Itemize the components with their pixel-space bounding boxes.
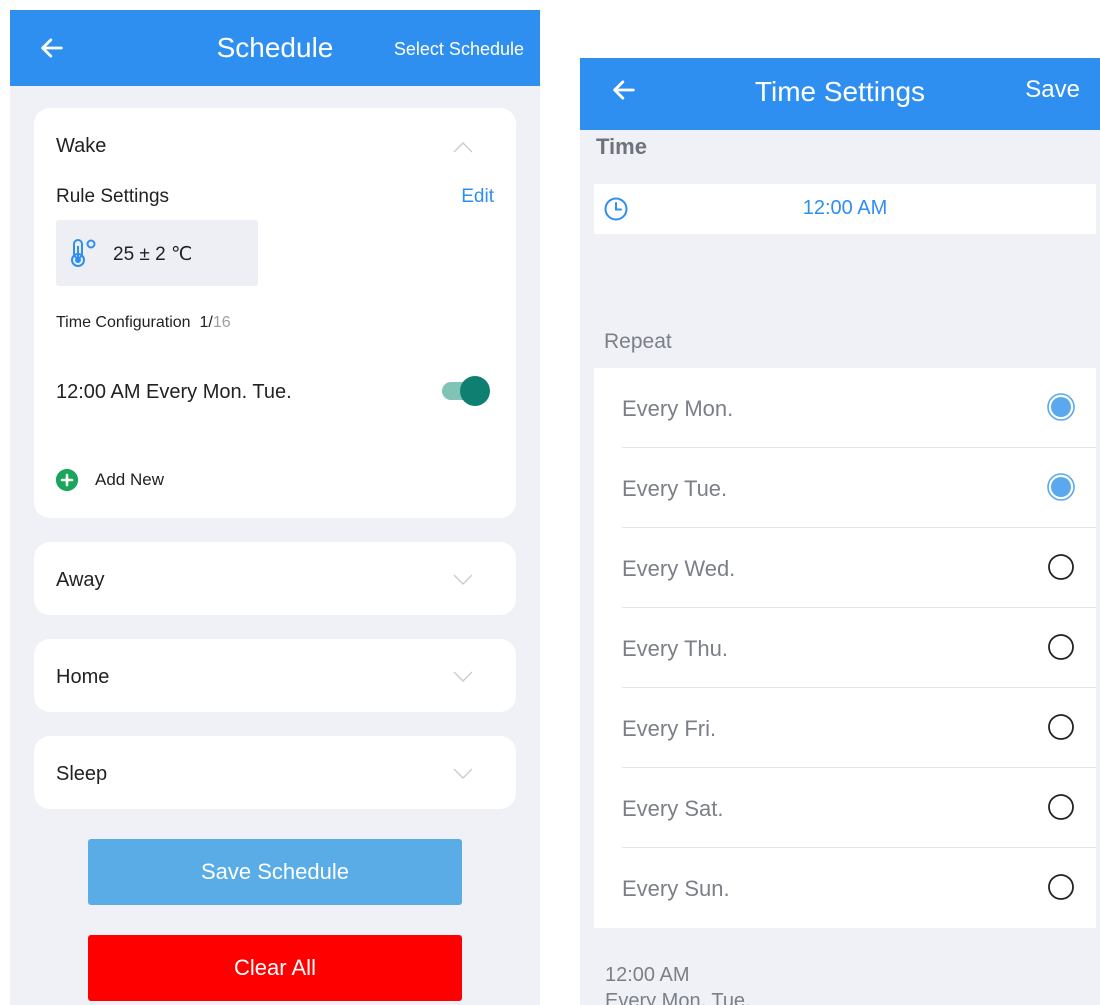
- time-settings-header: Time Settings Save: [580, 58, 1100, 130]
- time-section-label: Time: [596, 134, 647, 159]
- time-configuration-text: Time Configuration: [56, 314, 191, 331]
- temperature-setting: 25 ± 2 ℃: [56, 220, 258, 286]
- radio-unchecked-icon[interactable]: [1046, 712, 1076, 742]
- chevron-up-icon[interactable]: [452, 140, 474, 154]
- summary-time: 12:00 AM: [605, 964, 690, 986]
- repeat-day-row[interactable]: Every Wed.: [594, 528, 1096, 608]
- edit-button[interactable]: Edit: [461, 186, 494, 208]
- radio-checked-icon[interactable]: [1046, 472, 1076, 502]
- home-section-title: Home: [56, 666, 110, 688]
- time-value: 12:00 AM: [802, 197, 888, 219]
- chevron-down-icon[interactable]: [452, 767, 474, 781]
- time-entry-label[interactable]: 12:00 AM Every Mon. Tue.: [56, 381, 292, 404]
- repeat-day-label: Every Sun.: [622, 876, 730, 901]
- radio-unchecked-icon[interactable]: [1046, 552, 1076, 582]
- plus-circle-icon: [56, 469, 78, 491]
- repeat-day-label: Every Tue.: [622, 476, 728, 501]
- repeat-day-list: Every Mon. Every Tue. Every Wed. Every Thu.…: [594, 368, 1096, 928]
- wake-section: Wake Rule Settings Edit 25 ± 2 ℃ Time Co…: [34, 108, 516, 518]
- thermometer-icon: [71, 239, 96, 267]
- repeat-day-label: Every Sat.: [622, 796, 724, 821]
- repeat-day-row[interactable]: Every Sat.: [594, 768, 1096, 848]
- chevron-down-icon[interactable]: [452, 573, 474, 587]
- wake-section-title[interactable]: Wake: [56, 135, 106, 158]
- sleep-section-title: Sleep: [56, 763, 108, 785]
- repeat-day-label: Every Fri.: [622, 716, 717, 741]
- repeat-day-row[interactable]: Every Mon.: [594, 368, 1096, 448]
- radio-unchecked-icon[interactable]: [1046, 792, 1076, 822]
- save-schedule-button[interactable]: Save Schedule: [88, 839, 462, 905]
- chevron-down-icon[interactable]: [452, 670, 474, 684]
- time-settings-screen: Time Settings Save Time 12:00 AM Repeat …: [580, 58, 1100, 1005]
- save-button[interactable]: Save: [1025, 76, 1080, 104]
- time-picker-field[interactable]: 12:00 AM: [594, 184, 1096, 234]
- repeat-day-row[interactable]: Every Thu.: [594, 608, 1096, 688]
- home-section[interactable]: Home: [34, 639, 516, 712]
- repeat-section-label: Repeat: [604, 330, 672, 353]
- sleep-section[interactable]: Sleep: [34, 736, 516, 809]
- temperature-value: 25 ± 2 ℃: [113, 244, 193, 265]
- add-new-button[interactable]: Add New: [56, 467, 164, 493]
- rule-settings-label: Rule Settings: [56, 186, 170, 207]
- away-section-title: Away: [56, 569, 105, 591]
- add-new-label: Add New: [95, 470, 164, 489]
- select-schedule-button[interactable]: Select Schedule: [394, 39, 524, 60]
- time-configuration-label: Time Configuration 1/16: [56, 314, 231, 332]
- radio-unchecked-icon[interactable]: [1046, 872, 1076, 902]
- repeat-day-label: Every Thu.: [622, 636, 728, 661]
- radio-checked-icon[interactable]: [1046, 392, 1076, 422]
- toggle-knob: [460, 376, 490, 406]
- repeat-day-row[interactable]: Every Sun.: [594, 848, 1096, 928]
- schedule-header: Schedule Select Schedule: [10, 10, 540, 86]
- schedule-screen: Schedule Select Schedule Wake Rule Setti…: [10, 10, 540, 1005]
- repeat-day-row[interactable]: Every Fri.: [594, 688, 1096, 768]
- summary-days: Every Mon. Tue.: [605, 990, 751, 1005]
- repeat-day-row[interactable]: Every Tue.: [594, 448, 1096, 528]
- clear-all-button[interactable]: Clear All: [88, 935, 462, 1001]
- page-title: Time Settings: [754, 76, 926, 107]
- time-entry-toggle[interactable]: [442, 376, 490, 406]
- away-section[interactable]: Away: [34, 542, 516, 615]
- repeat-day-label: Every Mon.: [622, 396, 734, 421]
- repeat-day-label: Every Wed.: [622, 556, 736, 581]
- radio-unchecked-icon[interactable]: [1046, 632, 1076, 662]
- time-configuration-count: 1/: [199, 314, 213, 331]
- time-configuration-total: 16: [212, 314, 231, 331]
